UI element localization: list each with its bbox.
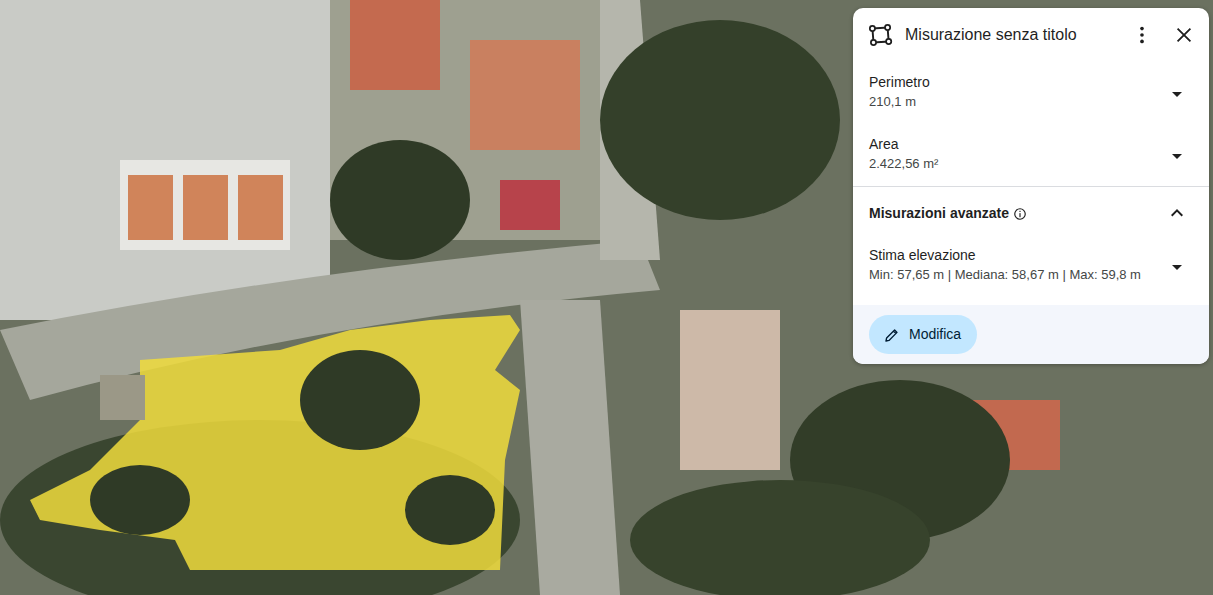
panel-footer: Modifica [853, 305, 1209, 364]
edit-button-label: Modifica [909, 324, 961, 345]
measurement-text: Perimetro210,1 m [869, 72, 1157, 114]
measurement-value: 210,1 m [869, 92, 1157, 112]
measurement-row[interactable]: Perimetro210,1 m [853, 62, 1209, 124]
measurement-label: Stima elevazione [869, 245, 1157, 265]
info-icon[interactable] [1013, 201, 1027, 225]
caret-down-icon [1165, 255, 1189, 279]
measurement-panel: Misurazione senza titolo Perimetro210,1 m… [853, 8, 1209, 364]
advanced-label: Misurazioni avanzate [869, 203, 1009, 224]
more-options-icon[interactable] [1125, 18, 1159, 52]
measurement-row[interactable]: Area2.422,56 m² [853, 124, 1209, 186]
advanced-section-header[interactable]: Misurazioni avanzate [853, 187, 1209, 235]
pencil-icon [883, 324, 901, 345]
caret-down-icon [1165, 82, 1189, 106]
measurement-label: Perimetro [869, 72, 1157, 92]
polygon-measure-icon [863, 18, 897, 52]
caret-down-icon [1165, 144, 1189, 168]
measurement-row[interactable]: Stima elevazioneMin: 57,65 m | Mediana: … [853, 235, 1209, 297]
expand-toggle[interactable] [1157, 134, 1197, 176]
edit-button[interactable]: Modifica [869, 315, 977, 354]
measurement-value: Min: 57,65 m | Mediana: 58,67 m | Max: 5… [869, 265, 1157, 285]
chevron-up-icon [1165, 201, 1189, 225]
close-icon[interactable] [1167, 18, 1201, 52]
advanced-title: Misurazioni avanzate [869, 201, 1157, 225]
panel-title: Misurazione senza titolo [905, 23, 1117, 47]
divider [853, 186, 1209, 187]
measurement-value: 2.422,56 m² [869, 154, 1157, 174]
measurement-text: Stima elevazioneMin: 57,65 m | Mediana: … [869, 245, 1157, 287]
expand-toggle[interactable] [1157, 201, 1197, 225]
panel-header: Misurazione senza titolo [853, 8, 1209, 62]
measurement-label: Area [869, 134, 1157, 154]
expand-toggle[interactable] [1157, 72, 1197, 114]
expand-toggle[interactable] [1157, 245, 1197, 287]
measurement-text: Area2.422,56 m² [869, 134, 1157, 176]
map-view[interactable]: Misurazione senza titolo Perimetro210,1 m… [0, 0, 1213, 595]
